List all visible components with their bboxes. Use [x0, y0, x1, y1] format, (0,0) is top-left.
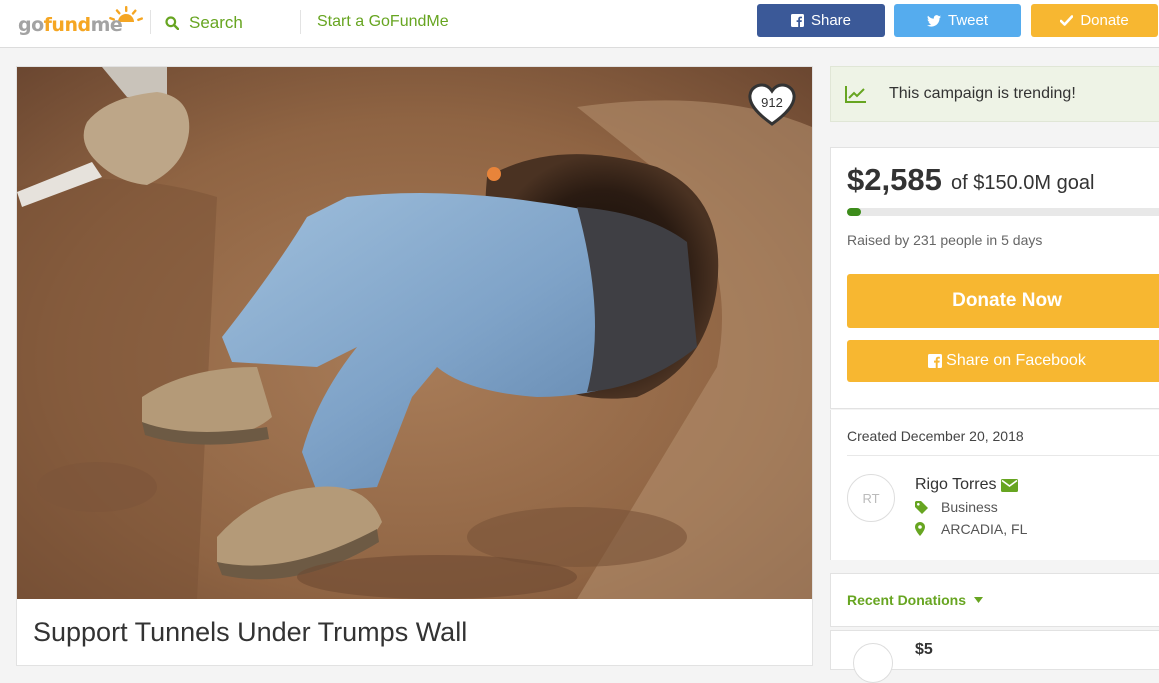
donate-header-button[interactable]: Donate	[1031, 4, 1158, 37]
progress-bar	[847, 208, 1159, 216]
search-icon	[165, 16, 179, 30]
organizer-location-row: ARCADIA, FL	[915, 521, 1027, 537]
organizer-avatar[interactable]: RT	[847, 474, 895, 522]
recent-donations-header[interactable]: Recent Donations	[830, 573, 1159, 627]
logo-fund: fund	[43, 14, 91, 36]
organizer-location: ARCADIA, FL	[941, 521, 1028, 537]
organizer-name[interactable]: Rigo Torres	[915, 476, 997, 494]
twitter-icon	[926, 14, 941, 27]
raised-by-text: Raised by 231 people in 5 days	[847, 232, 1043, 248]
donate-now-button[interactable]: Donate Now	[847, 274, 1159, 328]
recent-donations-toggle[interactable]: Recent Donations	[847, 592, 984, 608]
caret-down-icon	[974, 597, 984, 603]
envelope-icon[interactable]	[1000, 478, 1018, 492]
share-button[interactable]: Share	[757, 4, 885, 37]
facebook-icon	[928, 354, 943, 368]
facebook-icon	[790, 14, 804, 27]
top-header: gofundme Search Start a GoFundMe Share T…	[0, 0, 1159, 48]
tweet-button[interactable]: Tweet	[894, 4, 1021, 37]
donation-amount: $5	[915, 641, 933, 658]
organizer-name-row: Rigo Torres	[915, 476, 1018, 494]
header-divider	[150, 10, 151, 34]
tweet-label: Tweet	[947, 12, 989, 29]
campaign-card: 912 Support Tunnels Under Trumps Wall	[16, 66, 813, 666]
share-on-facebook-button[interactable]: Share on Facebook	[847, 340, 1159, 382]
goal-amount: of $150.0M goal	[951, 172, 1095, 194]
trending-banner: This campaign is trending!	[830, 66, 1159, 122]
recent-donations-label: Recent Donations	[847, 592, 967, 608]
donate-label: Donate	[1080, 12, 1129, 29]
organizer-category-row: Business	[915, 499, 998, 515]
gofundme-logo[interactable]: gofundme	[18, 6, 144, 40]
tag-icon	[915, 500, 941, 514]
organizer-card: Created December 20, 2018 RT Rigo Torres…	[830, 410, 1159, 560]
start-gofundme-link[interactable]: Start a GoFundMe	[317, 13, 449, 31]
donor-avatar	[853, 643, 893, 683]
organizer-category[interactable]: Business	[941, 499, 998, 515]
heart-count: 912	[761, 95, 783, 110]
donation-list-item: $5	[830, 630, 1159, 683]
amount-raised: $2,585	[847, 162, 942, 197]
trending-text: This campaign is trending!	[889, 85, 1076, 102]
progress-bar-fill	[847, 208, 861, 216]
created-date: Created December 20, 2018	[847, 428, 1024, 444]
heart-counter[interactable]: 912	[747, 83, 797, 127]
search-label: Search	[189, 13, 243, 32]
header-divider	[300, 10, 301, 34]
logo-suffix: me	[90, 14, 123, 36]
checkmark-icon	[1060, 15, 1074, 26]
map-marker-icon	[915, 522, 941, 536]
share-label: Share	[810, 12, 852, 29]
divider	[847, 455, 1159, 456]
logo-wordmark: gofundme	[18, 14, 123, 36]
search-link[interactable]: Search	[165, 11, 243, 35]
logo-prefix: go	[18, 14, 44, 36]
campaign-photo[interactable]: 912	[17, 67, 812, 599]
campaign-title: Support Tunnels Under Trumps Wall	[33, 617, 468, 647]
trending-chart-icon	[845, 86, 866, 103]
campaign-photo-illustration	[17, 67, 812, 599]
fundraising-card: $2,585 of $150.0M goal Raised by 231 peo…	[830, 147, 1159, 409]
share-facebook-label: Share on Facebook	[946, 352, 1086, 369]
